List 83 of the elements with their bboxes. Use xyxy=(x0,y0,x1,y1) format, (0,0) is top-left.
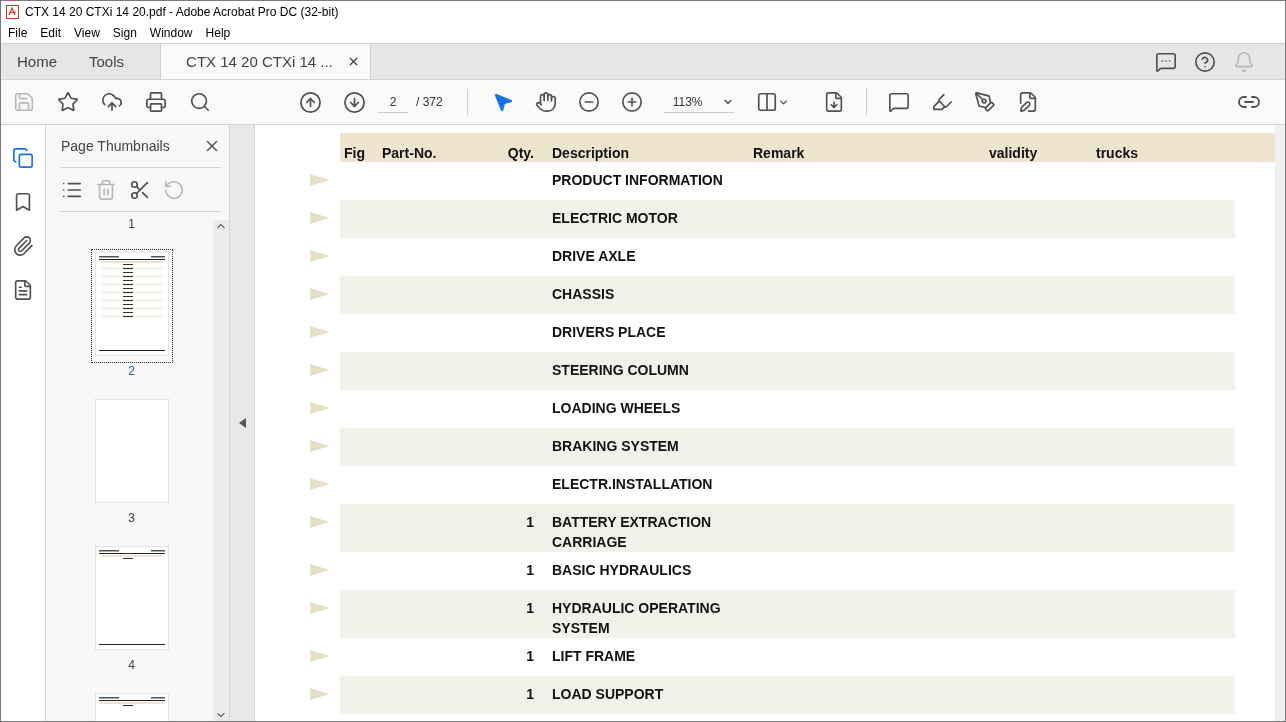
table-cell: CHASSIS xyxy=(552,286,615,302)
row-arrow-icon xyxy=(310,602,330,614)
highlighter-icon[interactable] xyxy=(930,91,953,113)
row-arrow-icon xyxy=(310,402,330,414)
row-arrow-icon xyxy=(310,478,330,490)
page-layout-icon[interactable] xyxy=(755,91,789,113)
page-thumbnail[interactable] xyxy=(94,546,169,650)
table-cell: LOADING WHEELS xyxy=(552,400,681,416)
arrow-down-circle-icon[interactable] xyxy=(343,90,366,114)
table-cell: ELECTRIC MOTOR xyxy=(552,210,678,226)
row-arrow-icon xyxy=(310,326,330,338)
chat-icon[interactable] xyxy=(1155,50,1177,73)
page-number: 4 xyxy=(128,658,135,672)
row-arrow-icon xyxy=(310,650,330,662)
document-tab[interactable]: CTX 14 20 CTXi 14 ... xyxy=(160,44,371,79)
nav-tab[interactable]: Home xyxy=(1,44,73,79)
menu-item[interactable]: Help xyxy=(205,25,231,40)
table-cell: BATTERY EXTRACTION CARRIAGE xyxy=(552,514,712,550)
document-icon[interactable] xyxy=(12,279,34,301)
table-cell: 1 xyxy=(526,600,534,616)
row-arrow-icon xyxy=(310,516,330,528)
menu-item[interactable]: File xyxy=(8,25,28,40)
table-cell: HYDRAULIC OPERATING SYSTEM xyxy=(552,600,721,636)
table-cell: 1 xyxy=(526,562,534,578)
page-number: 3 xyxy=(128,511,135,525)
page-thumbnail[interactable] xyxy=(94,252,169,356)
zoom-out-icon[interactable] xyxy=(577,91,600,113)
table-cell: DRIVE AXLE xyxy=(552,248,636,264)
zoom-field[interactable]: 113% xyxy=(663,91,734,113)
column-header: Part-No. xyxy=(382,145,438,162)
table-cell: ELECTR.INSTALLATION xyxy=(552,476,713,492)
page-thumbnail[interactable] xyxy=(94,399,169,503)
arrow-up-circle-icon[interactable] xyxy=(299,90,322,114)
table-cell: 1 xyxy=(526,514,534,530)
table-cell: LIFT FRAME xyxy=(552,648,636,664)
panel-title: Page Thumbnails xyxy=(61,138,170,154)
hand-icon[interactable] xyxy=(534,91,557,113)
search-icon[interactable] xyxy=(189,91,211,113)
row-arrow-icon xyxy=(310,250,330,262)
column-header: trucks xyxy=(1096,145,1140,162)
row-arrow-icon xyxy=(310,288,330,300)
collapse-handle[interactable] xyxy=(229,125,255,721)
table-cell: STEERING COLUMN xyxy=(552,362,689,378)
printer-icon[interactable] xyxy=(145,91,167,113)
scissors-icon[interactable] xyxy=(129,178,151,201)
paperclip-icon[interactable] xyxy=(12,235,34,257)
page-number-field[interactable]: 2 xyxy=(378,91,408,113)
cloud-upload-icon[interactable] xyxy=(101,91,123,113)
pen-icon[interactable] xyxy=(973,91,996,113)
row-arrow-icon xyxy=(310,440,330,452)
scrollbar[interactable] xyxy=(213,220,229,721)
pages-icon[interactable] xyxy=(12,147,34,169)
row-arrow-icon xyxy=(310,364,330,376)
menu-item[interactable]: Sign xyxy=(112,25,137,40)
page-number: 1 xyxy=(128,217,135,231)
page-count: / 372 xyxy=(416,95,443,109)
table-cell: 1 xyxy=(526,648,534,664)
column-header: validity xyxy=(989,145,1039,162)
menu-item[interactable]: View xyxy=(74,25,100,40)
column-header: Description xyxy=(552,145,630,162)
table-cell: 1 xyxy=(526,686,534,702)
table-cell: BRAKING SYSTEM xyxy=(552,438,679,454)
window-title: CTX 14 20 CTXi 14 20.pdf - Adobe Acrobat Pro DC (32-bit) xyxy=(25,4,339,19)
pdf-file-icon xyxy=(6,4,19,19)
zoom-in-icon[interactable] xyxy=(620,91,643,113)
star-icon[interactable] xyxy=(57,91,79,113)
column-header: Remark xyxy=(753,145,806,162)
comment-icon[interactable] xyxy=(887,91,910,113)
row-arrow-icon xyxy=(310,212,330,224)
table-cell: LOAD SUPPORT xyxy=(552,686,664,702)
nav-tab[interactable]: Tools xyxy=(73,44,141,79)
row-arrow-icon xyxy=(310,174,330,186)
row-arrow-icon xyxy=(310,688,330,700)
column-header: Qty. xyxy=(507,145,534,162)
help-icon[interactable] xyxy=(1194,50,1216,73)
column-header: Fig xyxy=(344,145,366,162)
row-arrow-icon xyxy=(310,564,330,576)
page-number: 2 xyxy=(128,364,135,378)
table-cell: PRODUCT INFORMATION xyxy=(552,172,723,188)
table-cell: DRIVERS PLACE xyxy=(552,324,666,340)
menu-item[interactable]: Edit xyxy=(40,25,62,40)
menu-item[interactable]: Window xyxy=(149,25,193,40)
table-cell: BASIC HYDRAULICS xyxy=(552,562,692,578)
